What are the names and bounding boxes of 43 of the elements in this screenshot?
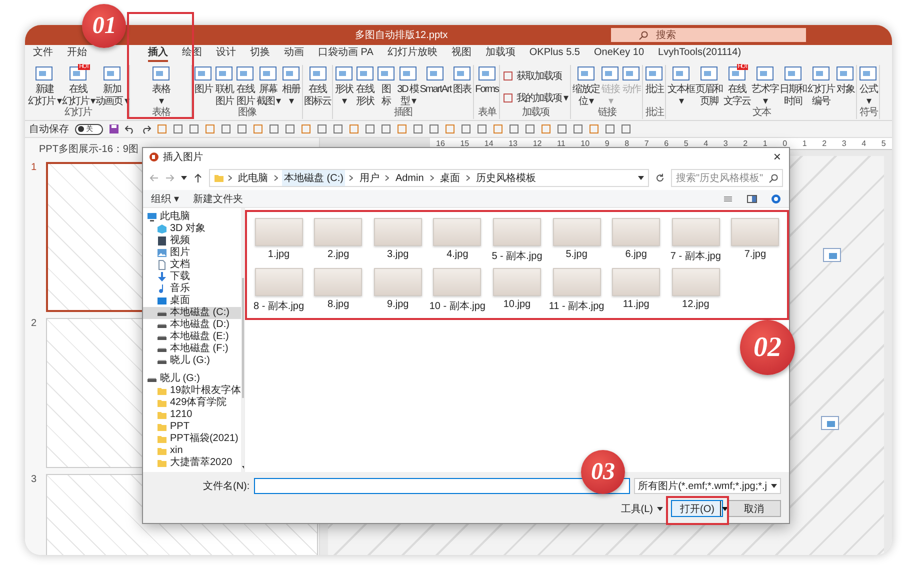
ruler-number: 2 — [743, 139, 748, 148]
group-label: 文本 — [752, 107, 770, 119]
group-label: 符号 — [859, 107, 878, 119]
group-label: 加载项 — [522, 107, 549, 119]
ruler-number: 9 — [604, 139, 610, 148]
ruler-number: 7 — [644, 139, 649, 148]
ruler-number: 16 — [436, 139, 445, 148]
slide-number: 3 — [31, 474, 38, 487]
step-badge: 01 — [82, 4, 126, 48]
group-label: 链接 — [598, 107, 616, 119]
field-label: 文件名(N): — [203, 480, 250, 493]
ruler-number: 2 — [822, 139, 827, 148]
slide-number: 1 — [31, 162, 38, 175]
group-label: 表单 — [478, 107, 496, 119]
panel-title: PPT多图展示-16：9图 — [38, 143, 140, 156]
ruler-number: 5 — [881, 139, 886, 148]
ruler-number: 13 — [508, 139, 518, 148]
ruler-number: 3 — [723, 139, 728, 148]
ruler-number: 12 — [532, 139, 542, 148]
ruler-number: 0 — [782, 139, 788, 148]
ruler-number: 11 — [557, 139, 566, 148]
group-label: 批注 — [645, 107, 664, 119]
group-label: 图像 — [238, 107, 256, 119]
group-label: 表格 — [152, 107, 170, 119]
dialog-title: 插入图片 — [163, 150, 203, 164]
slide-number: 2 — [31, 318, 38, 331]
window-title: 多图自动排版12.pptx — [355, 28, 448, 42]
ruler-number: 3 — [842, 139, 846, 148]
step-badge: 03 — [581, 450, 625, 494]
ruler-number: 14 — [484, 139, 494, 148]
group-label: 插图 — [394, 107, 412, 119]
ruler-number: 1 — [802, 139, 807, 148]
ruler-number: 4 — [704, 139, 708, 148]
ruler-number: 15 — [460, 139, 470, 148]
group-label: 幻灯片 — [64, 107, 92, 119]
step-badge: 02 — [740, 320, 795, 375]
autosave-label: 自动保存 — [29, 123, 69, 136]
ruler-number: 4 — [862, 139, 866, 148]
ruler-number: 8 — [624, 139, 630, 148]
ruler-number: 5 — [684, 139, 688, 148]
ruler-number: 10 — [580, 139, 590, 148]
ruler-number: 1 — [762, 139, 768, 148]
ruler-number: 6 — [664, 139, 669, 148]
